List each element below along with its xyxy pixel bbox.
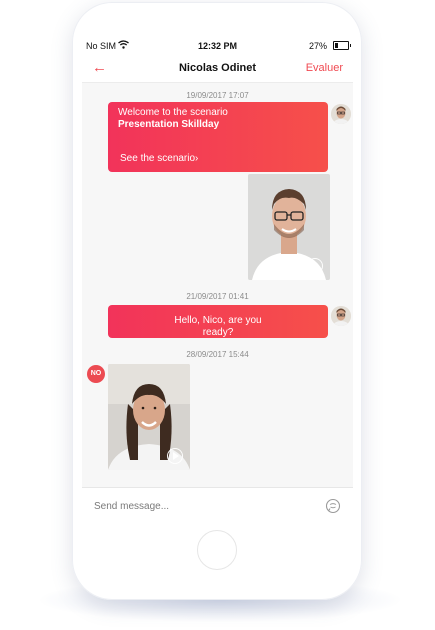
- video-message-thumbnail[interactable]: [248, 174, 330, 280]
- welcome-message-bubble: Welcome to the scenario Presentation Ski…: [108, 102, 328, 172]
- message-timestamp: 19/09/2017 17:07: [186, 91, 249, 100]
- scenario-name: Presentation Skillday: [118, 119, 220, 130]
- message-line: Hello, Nico, are you: [174, 315, 262, 326]
- battery-percent: 27%: [308, 41, 327, 51]
- video-message-thumbnail[interactable]: [108, 364, 190, 470]
- message-timestamp: 21/09/2017 01:41: [186, 292, 249, 301]
- navigation-bar: ← Nicolas Odinet Evaluer: [82, 56, 353, 83]
- hello-message-bubble: Hello, Nico, are you ready?: [108, 305, 328, 338]
- message-timestamp: 28/09/2017 15:44: [186, 350, 249, 359]
- home-button[interactable]: [197, 530, 237, 570]
- avatar: [331, 104, 351, 124]
- play-icon[interactable]: [167, 448, 183, 464]
- message-composer: [82, 487, 353, 523]
- status-bar: No SIM 12:32 PM 27%: [82, 36, 353, 56]
- battery-level: [335, 43, 339, 48]
- avatar: [331, 306, 351, 326]
- message-input[interactable]: [90, 496, 318, 516]
- message-line: ready?: [202, 327, 234, 338]
- evaluate-button[interactable]: Evaluer: [306, 62, 343, 74]
- welcome-line: Welcome to the scenario: [118, 107, 228, 118]
- sender-initials-badge: NO: [87, 365, 105, 383]
- chat-bubble-icon[interactable]: [325, 498, 341, 514]
- see-scenario-link[interactable]: See the scenario›: [120, 153, 198, 165]
- battery-icon: [333, 41, 351, 50]
- play-icon[interactable]: [307, 258, 323, 274]
- phone-screen: No SIM 12:32 PM 27% ← Nicolas Odinet Eva…: [82, 36, 353, 523]
